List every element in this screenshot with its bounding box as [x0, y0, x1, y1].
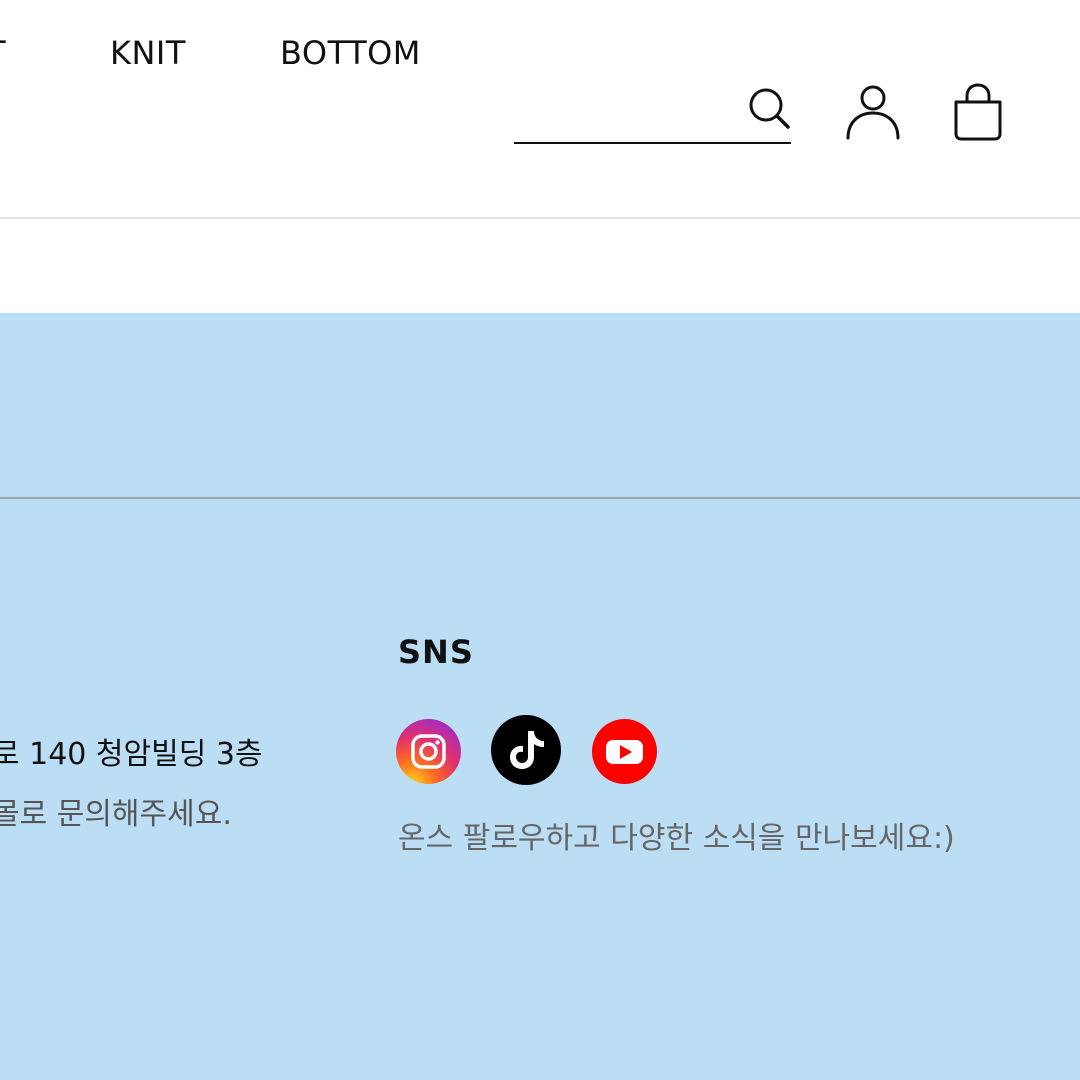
site-footer: 로 140 청암빌딩 3층 몰로 문의해주세요. SNS 온스 팔로우하고 다양…: [0, 313, 1080, 1080]
youtube-link[interactable]: [592, 719, 657, 784]
sns-title: SNS: [398, 633, 474, 671]
search-input[interactable]: [514, 84, 734, 140]
instagram-link[interactable]: [396, 719, 461, 784]
inquiry-notice: 몰로 문의해주세요.: [0, 797, 232, 832]
search-underline: [514, 142, 791, 144]
header-divider: [0, 217, 1080, 219]
youtube-icon: [592, 719, 657, 784]
sns-description: 온스 팔로우하고 다양한 소식을 만나보세요:): [398, 821, 955, 856]
nav-item-knit[interactable]: KNIT: [110, 34, 186, 72]
instagram-icon: [396, 719, 461, 784]
tiktok-icon: [491, 715, 561, 785]
company-address: 로 140 청암빌딩 3층: [0, 737, 263, 772]
site-header: T KNIT BOTTOM: [0, 0, 1080, 219]
shopping-bag-icon[interactable]: [950, 82, 1006, 142]
user-icon[interactable]: [844, 82, 902, 140]
search-icon[interactable]: [747, 86, 791, 130]
footer-divider: [0, 497, 1080, 499]
nav-item-truncated[interactable]: T: [0, 34, 6, 72]
nav-item-bottom[interactable]: BOTTOM: [280, 34, 421, 72]
search-bar: [514, 84, 791, 144]
tiktok-link[interactable]: [491, 715, 561, 785]
